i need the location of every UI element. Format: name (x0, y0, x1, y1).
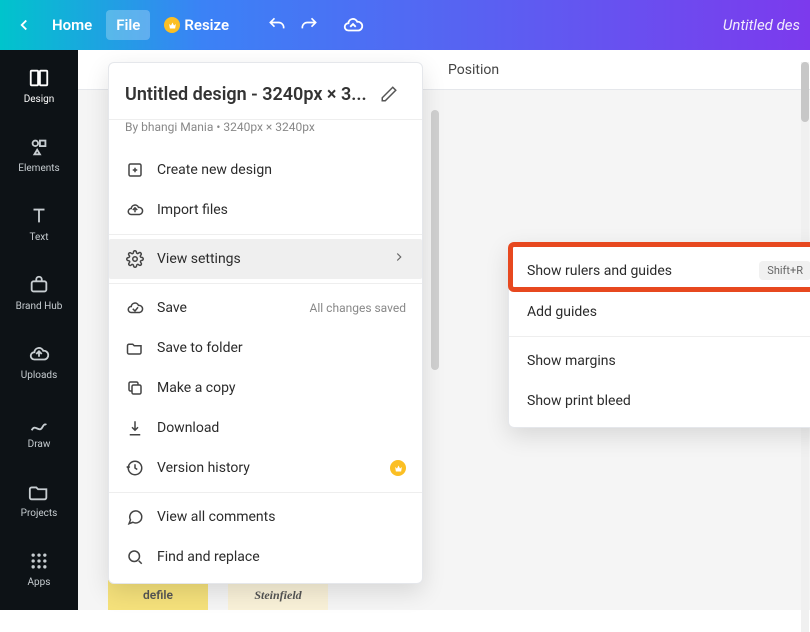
menu-label: Create new design (157, 162, 406, 178)
submenu-label: Show rulers and guides (527, 263, 759, 279)
topbar-left: Home File Resize (10, 10, 367, 40)
menu-make-copy[interactable]: Make a copy (109, 368, 422, 408)
import-icon (125, 200, 145, 220)
menu-version-history[interactable]: Version history (109, 448, 422, 488)
menu-label: Save (157, 300, 298, 316)
topbar: Home File Resize Untitled des (0, 0, 810, 50)
history-icon (125, 458, 145, 478)
sidebar-item-label: Uploads (21, 370, 57, 381)
menu-label: Import files (157, 202, 406, 218)
submenu-label: Show print bleed (527, 393, 810, 409)
text-icon (27, 204, 51, 228)
sidebar: Design Elements Text Brand Hub Uploads D… (0, 50, 78, 610)
design-icon (27, 66, 51, 90)
plus-icon (125, 160, 145, 180)
uploads-icon (27, 342, 51, 366)
menu-download[interactable]: Download (109, 408, 422, 448)
view-settings-submenu: Show rulers and guides Shift+R Add guide… (508, 242, 810, 428)
shortcut-badge: Shift+R (759, 261, 810, 280)
menu-view-settings[interactable]: View settings (109, 239, 422, 279)
redo-icon[interactable] (295, 11, 323, 39)
menu-comments[interactable]: View all comments (109, 497, 422, 537)
menu-find-replace[interactable]: Find and replace (109, 537, 422, 577)
menu-save[interactable]: Save All changes saved (109, 288, 422, 328)
save-status: All changes saved (310, 301, 406, 315)
resize-label: Resize (184, 16, 229, 34)
menu-label: Make a copy (157, 380, 406, 396)
menu-label: Download (157, 420, 406, 436)
back-icon[interactable] (10, 11, 38, 39)
menu-label: Save to folder (157, 340, 406, 356)
sidebar-item-label: Brand Hub (16, 301, 63, 312)
resize-button[interactable]: Resize (154, 10, 239, 40)
panel-scrollbar[interactable] (431, 110, 439, 510)
sidebar-item-label: Draw (28, 439, 51, 450)
home-button[interactable]: Home (42, 10, 102, 40)
design-thumbnails: defile Steinfield (108, 580, 328, 610)
sidebar-item-label: Elements (18, 163, 59, 174)
menu-label: Find and replace (157, 549, 406, 565)
sidebar-item-elements[interactable]: Elements (0, 129, 78, 180)
comment-icon (125, 507, 145, 527)
folder-icon (125, 338, 145, 358)
brandhub-icon (27, 273, 51, 297)
gear-icon (125, 249, 145, 269)
thumbnail-1[interactable]: defile (108, 580, 208, 610)
thumbnail-2[interactable]: Steinfield (228, 580, 328, 610)
submenu-rulers[interactable]: Show rulers and guides Shift+R (509, 249, 810, 292)
design-subtitle: By bhangi Mania • 3240px × 3240px (109, 120, 422, 144)
submenu-add-guides[interactable]: Add guides (509, 292, 810, 332)
sidebar-item-uploads[interactable]: Uploads (0, 336, 78, 387)
canvas-area: Position Untitled design - 3240px × 3...… (78, 50, 810, 610)
sidebar-item-label: Text (29, 232, 48, 243)
projects-icon (27, 480, 51, 504)
file-button[interactable]: File (106, 10, 150, 40)
sidebar-item-label: Apps (28, 577, 51, 588)
divider (109, 283, 422, 284)
divider (109, 492, 422, 493)
menu-label: View settings (157, 251, 380, 267)
menu-label: Version history (157, 460, 378, 476)
download-icon (125, 418, 145, 438)
menu-import[interactable]: Import files (109, 190, 422, 230)
crown-icon (390, 460, 406, 476)
divider (509, 336, 810, 337)
cloud-save-icon (125, 298, 145, 318)
project-name[interactable]: Untitled des (723, 16, 800, 34)
divider (109, 234, 422, 235)
sidebar-item-brandhub[interactable]: Brand Hub (0, 267, 78, 318)
sidebar-item-apps[interactable]: Apps (0, 543, 78, 594)
design-title: Untitled design - 3240px × 3... (125, 84, 372, 105)
chevron-right-icon (392, 250, 406, 268)
sidebar-item-draw[interactable]: Draw (0, 405, 78, 456)
edit-title-icon[interactable] (372, 77, 406, 111)
file-menu-panel: Untitled design - 3240px × 3... By bhang… (108, 62, 423, 584)
cloud-icon[interactable] (339, 11, 367, 39)
menu-save-folder[interactable]: Save to folder (109, 328, 422, 368)
submenu-margins[interactable]: Show margins (509, 341, 810, 381)
submenu-print-bleed[interactable]: Show print bleed (509, 381, 810, 421)
draw-icon (27, 411, 51, 435)
submenu-label: Show margins (527, 353, 810, 369)
position-button[interactable]: Position (448, 62, 499, 78)
crown-icon (164, 17, 180, 33)
sidebar-item-label: Projects (21, 508, 58, 519)
sidebar-item-projects[interactable]: Projects (0, 474, 78, 525)
sidebar-item-design[interactable]: Design (0, 60, 78, 111)
submenu-label: Add guides (527, 304, 810, 320)
elements-icon (27, 135, 51, 159)
copy-icon (125, 378, 145, 398)
sidebar-item-text[interactable]: Text (0, 198, 78, 249)
menu-label: View all comments (157, 509, 406, 525)
main: Design Elements Text Brand Hub Uploads D… (0, 50, 810, 610)
undo-icon[interactable] (263, 11, 291, 39)
search-icon (125, 547, 145, 567)
menu-create-new[interactable]: Create new design (109, 150, 422, 190)
sidebar-item-label: Design (24, 94, 55, 105)
apps-icon (27, 549, 51, 573)
